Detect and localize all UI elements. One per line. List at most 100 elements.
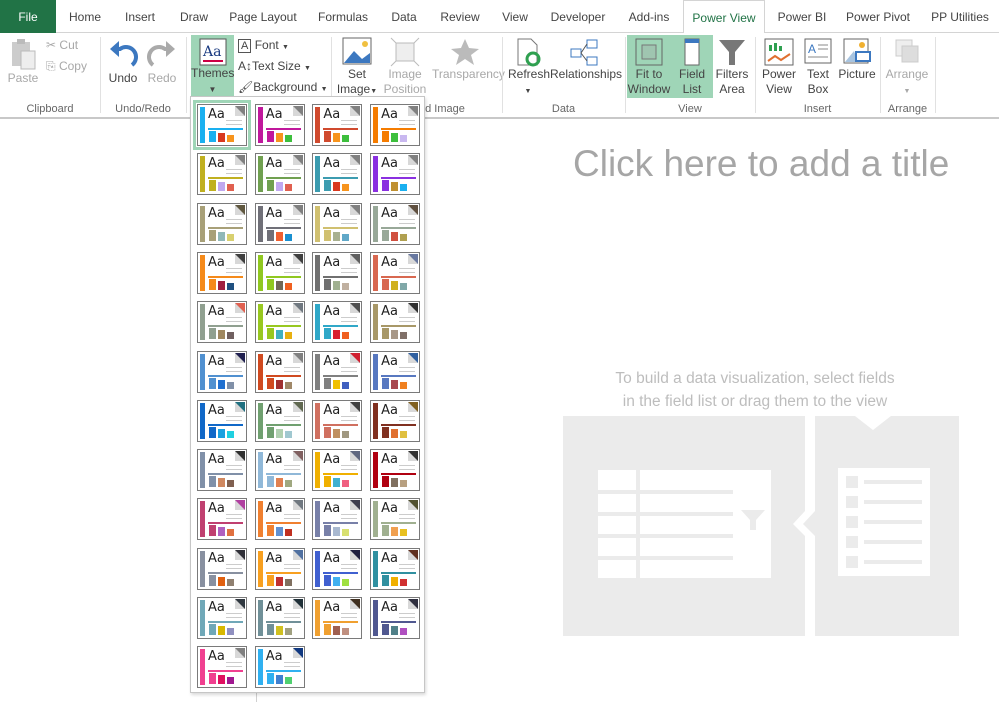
text-line <box>283 169 300 171</box>
relationships-button[interactable]: Relationships <box>550 37 622 82</box>
theme-option[interactable]: Aa <box>370 202 421 245</box>
theme-option[interactable]: Aa <box>312 301 363 344</box>
theme-option[interactable]: Aa <box>197 646 247 689</box>
theme-bar <box>382 131 390 142</box>
theme-option[interactable]: Aa <box>370 399 421 442</box>
filters-area-button[interactable]: Filters Area <box>714 37 750 97</box>
theme-option[interactable]: Aa <box>254 104 305 146</box>
theme-option[interactable]: Aa <box>312 399 363 442</box>
theme-sample-text: Aa <box>323 600 341 615</box>
theme-option[interactable]: Aa <box>254 399 305 442</box>
theme-option[interactable]: Aa <box>254 251 305 294</box>
tab-insert[interactable]: Insert <box>115 0 165 33</box>
theme-option[interactable]: Aa <box>197 597 247 639</box>
theme-option[interactable]: Aa <box>197 547 247 590</box>
transparency-button[interactable]: Transparency <box>432 37 505 82</box>
theme-option[interactable]: Aa <box>254 449 305 492</box>
theme-option[interactable]: Aa <box>254 350 305 393</box>
theme-option[interactable]: Aa <box>254 646 305 689</box>
page-corner-icon <box>235 451 245 462</box>
theme-option[interactable]: Aa <box>197 449 247 492</box>
tab-pp-utilities[interactable]: PP Utilities <box>925 0 995 33</box>
theme-option[interactable]: Aa <box>370 350 421 393</box>
theme-option[interactable]: Aa <box>197 350 247 393</box>
theme-option[interactable]: Aa <box>370 301 421 344</box>
redo-button[interactable]: Redo <box>145 37 179 86</box>
theme-option[interactable]: Aa <box>370 153 421 196</box>
theme-bar <box>266 278 274 290</box>
theme-option[interactable]: Aa <box>370 104 421 146</box>
text-line <box>226 267 242 269</box>
set-image-label-2: Image <box>336 82 371 96</box>
theme-option[interactable]: Aa <box>312 597 363 639</box>
text-size-dropdown[interactable]: A↕Text Size ▼ <box>238 59 311 76</box>
theme-option[interactable]: Aa <box>370 449 421 492</box>
copy-button[interactable]: ⎘ Copy <box>46 59 87 74</box>
set-image-button[interactable]: Set Image▼ <box>336 37 378 99</box>
theme-option[interactable]: Aa <box>254 547 305 590</box>
themes-button[interactable]: Aa Themes ▼ <box>191 35 234 98</box>
theme-option[interactable]: Aa <box>254 498 305 541</box>
theme-accent-bar <box>373 254 379 291</box>
theme-option[interactable]: Aa <box>312 202 363 245</box>
image-position-button[interactable]: Image Position <box>380 37 430 97</box>
theme-option[interactable]: Aa <box>254 202 305 245</box>
theme-option[interactable]: Aa <box>197 153 247 196</box>
theme-option[interactable]: Aa <box>197 251 247 294</box>
background-dropdown[interactable]: 🖌Background ▼ <box>238 80 328 97</box>
tab-draw[interactable]: Draw <box>170 0 218 33</box>
theme-option[interactable]: Aa <box>312 350 363 393</box>
tab-page-layout[interactable]: Page Layout <box>222 0 304 33</box>
theme-option[interactable]: Aa <box>312 251 363 294</box>
theme-option[interactable]: Aa <box>254 597 305 639</box>
theme-bar <box>391 182 399 192</box>
tab-add-ins[interactable]: Add-ins <box>620 0 678 33</box>
theme-option[interactable]: Aa <box>254 153 305 196</box>
theme-option[interactable]: Aa <box>193 100 251 150</box>
undo-button[interactable]: Undo <box>106 37 140 86</box>
tab-developer[interactable]: Developer <box>546 0 610 33</box>
theme-sample-text: Aa <box>323 254 341 270</box>
arrange-button[interactable]: Arrange ▼ <box>884 37 930 99</box>
theme-accent-bar <box>315 107 321 143</box>
fit-to-window-button[interactable]: Fit to Window <box>627 35 671 98</box>
picture-button[interactable]: Picture <box>838 37 876 82</box>
theme-option[interactable]: Aa <box>312 498 363 541</box>
theme-accent-bar <box>373 452 379 489</box>
theme-bar <box>342 233 350 241</box>
theme-option[interactable]: Aa <box>370 498 421 541</box>
theme-option[interactable]: Aa <box>197 399 247 442</box>
tab-formulas[interactable]: Formulas <box>308 0 378 33</box>
theme-option[interactable]: Aa <box>197 202 247 245</box>
tab-power-view[interactable]: Power View <box>683 0 765 34</box>
text-box-button[interactable]: A Text Box <box>801 37 835 97</box>
tab-view[interactable]: View <box>494 0 536 33</box>
theme-bar <box>382 328 390 340</box>
cut-button[interactable]: ✂ Cut <box>46 38 78 53</box>
theme-option[interactable]: Aa <box>254 301 305 344</box>
field-list-button[interactable]: Field List <box>671 35 713 98</box>
theme-option[interactable]: Aa <box>197 301 247 344</box>
theme-option[interactable]: Aa <box>312 449 363 492</box>
theme-option[interactable]: Aa <box>370 597 421 639</box>
theme-option[interactable]: Aa <box>197 498 247 541</box>
font-dropdown[interactable]: A Font ▼ <box>238 38 289 55</box>
tab-data[interactable]: Data <box>382 0 426 33</box>
tab-review[interactable]: Review <box>432 0 488 33</box>
theme-option[interactable]: Aa <box>312 104 363 146</box>
paste-button[interactable]: Paste <box>4 37 42 86</box>
insert-power-view-button[interactable]: Power View <box>760 37 798 97</box>
text-line <box>226 563 242 565</box>
title-placeholder[interactable]: Click here to add a title <box>573 143 949 185</box>
tab-power-pivot[interactable]: Power Pivot <box>840 0 916 33</box>
theme-option[interactable]: Aa <box>370 251 421 294</box>
tab-power-bi[interactable]: Power BI <box>770 0 834 33</box>
tab-file[interactable]: File <box>0 0 56 33</box>
text-line <box>226 567 242 569</box>
text-line <box>283 617 300 618</box>
theme-option[interactable]: Aa <box>312 547 363 590</box>
theme-option[interactable]: Aa <box>312 153 363 196</box>
refresh-button[interactable]: Refresh ▼ <box>508 37 550 99</box>
tab-home[interactable]: Home <box>60 0 110 33</box>
theme-option[interactable]: Aa <box>370 547 421 590</box>
